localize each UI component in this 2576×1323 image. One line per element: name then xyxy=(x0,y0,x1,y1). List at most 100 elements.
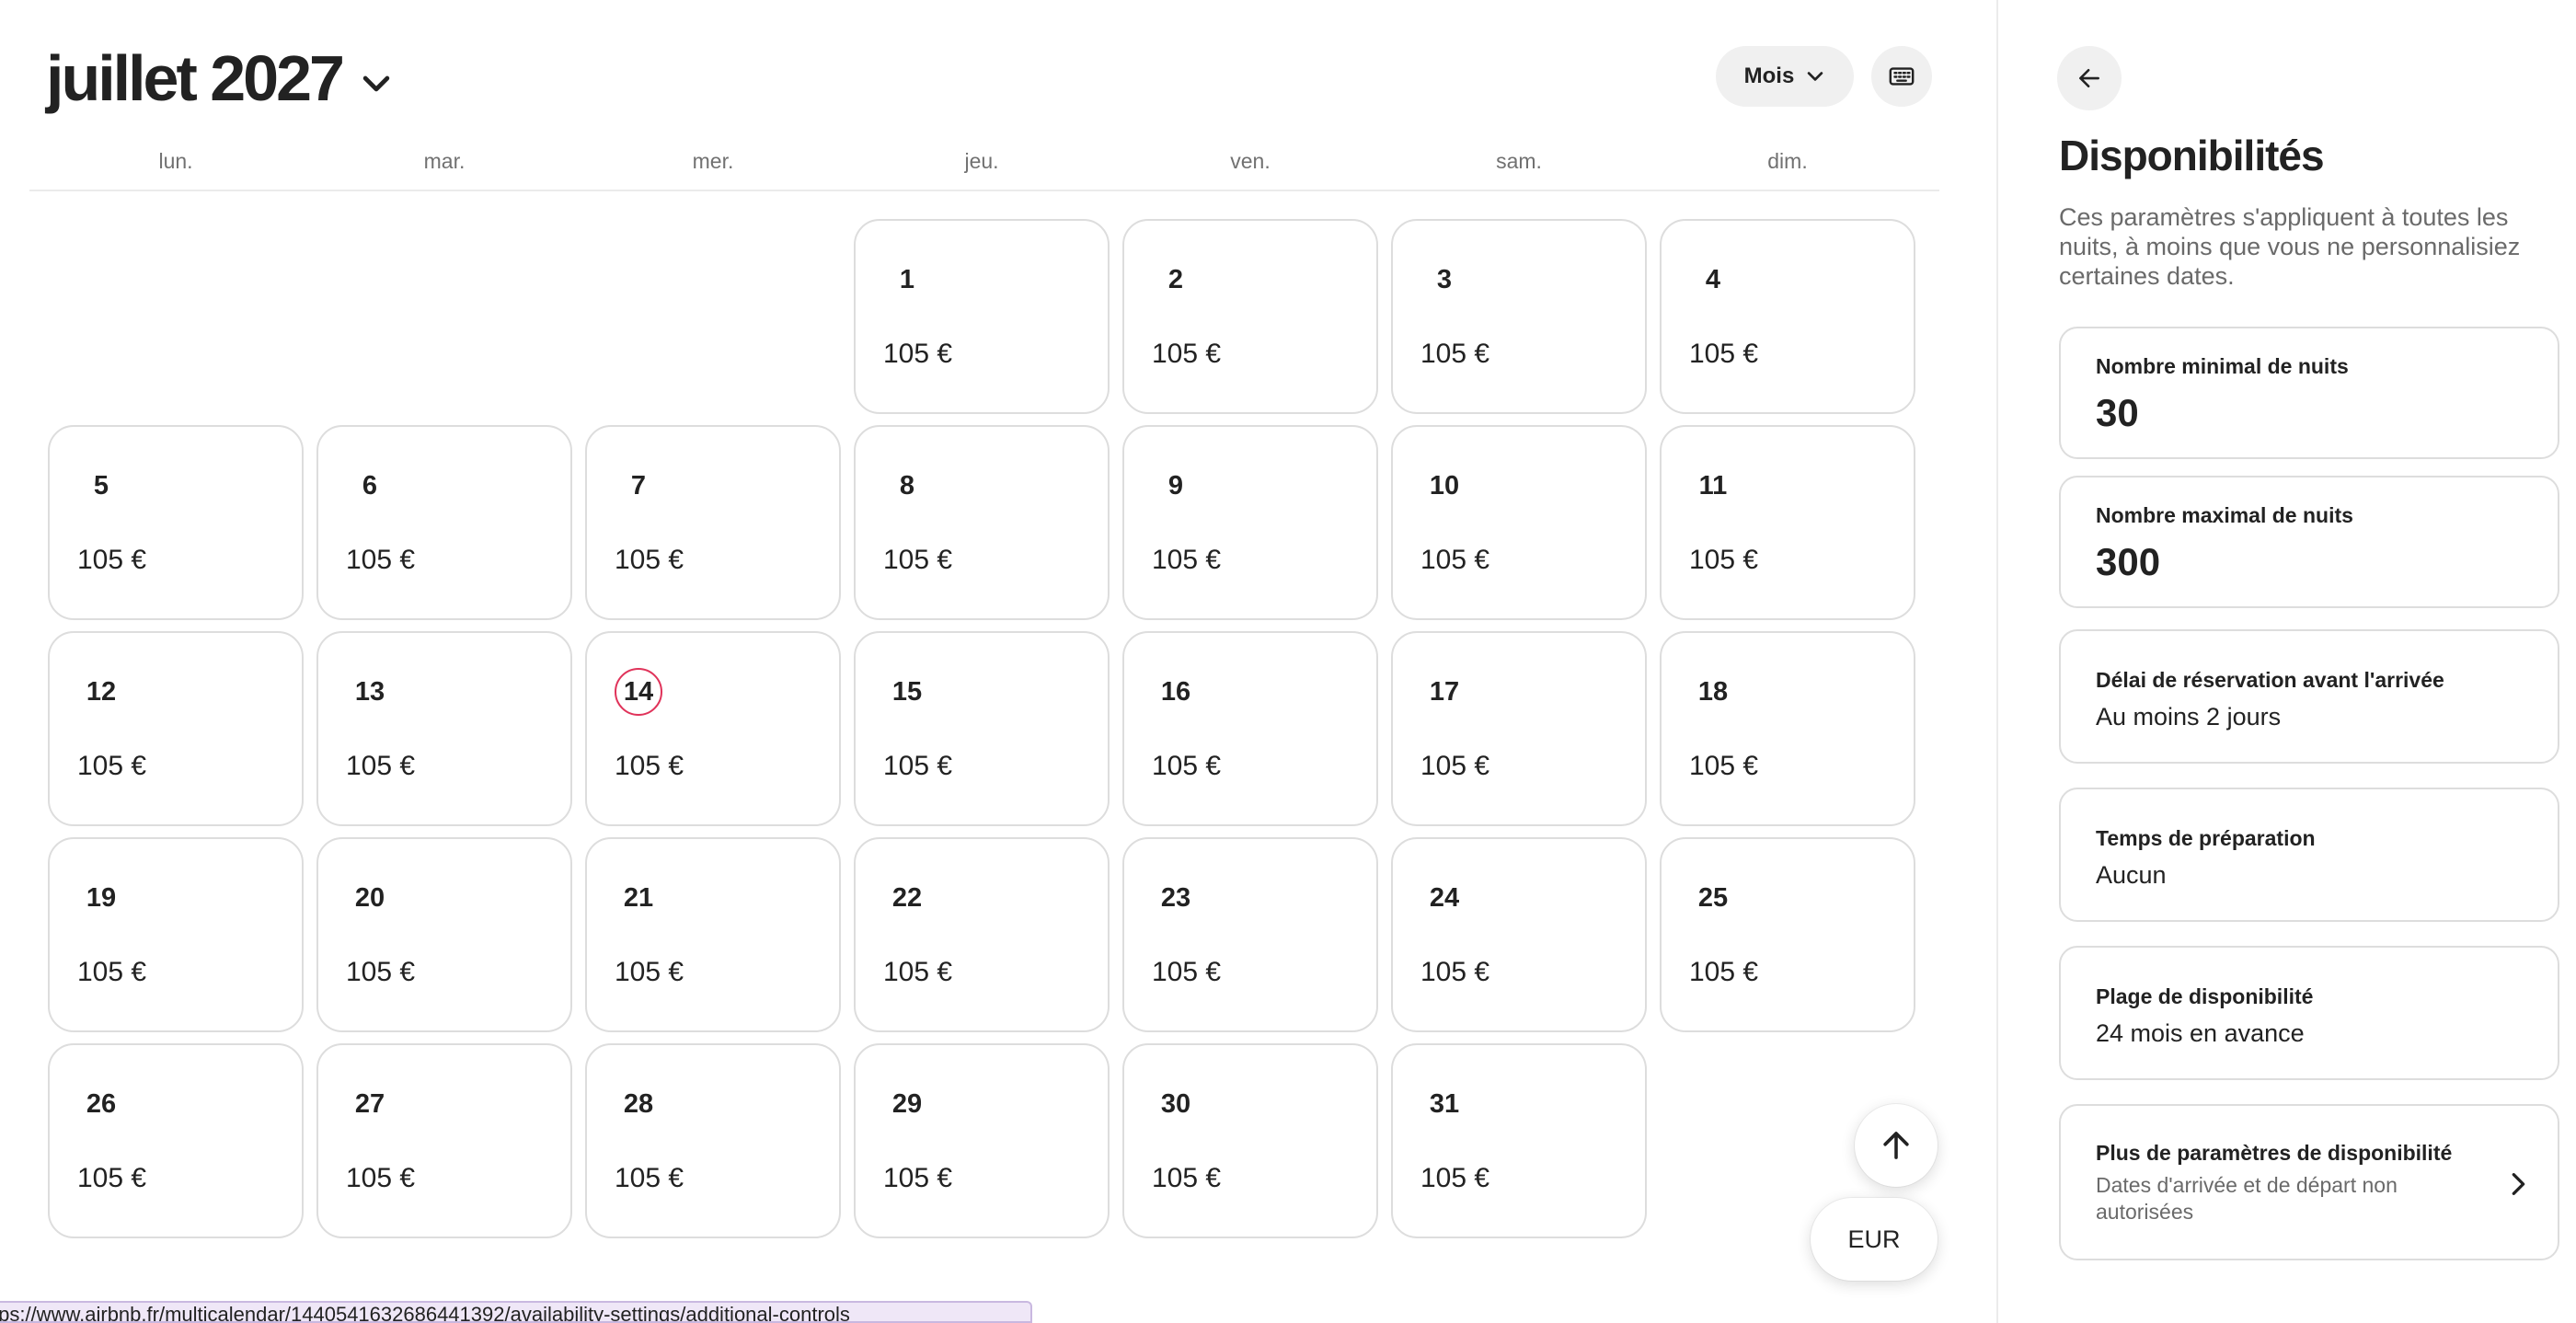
calendar-day-cell[interactable]: 25 105 € xyxy=(1660,837,1915,1032)
keyboard-shortcuts-button[interactable] xyxy=(1871,46,1932,107)
availability-window-label: Plage de disponibilité xyxy=(2096,984,2314,1008)
calendar-day-cell[interactable]: 1 105 € xyxy=(854,219,1110,414)
day-price: 105 € xyxy=(1689,751,1759,781)
calendar-day-cell[interactable]: 8 105 € xyxy=(854,425,1110,620)
day-number: 2 xyxy=(1167,264,1184,294)
back-button[interactable] xyxy=(2057,46,2122,110)
calendar-day-cell[interactable]: 15 105 € xyxy=(854,631,1110,826)
calendar-day-cell[interactable]: 18 105 € xyxy=(1660,631,1915,826)
weekday-label: dim. xyxy=(1767,149,1808,173)
min-nights-value: 30 xyxy=(2096,391,2139,434)
calendar-header: juillet 2027 Mois xyxy=(46,37,1932,120)
chevron-down-icon xyxy=(362,75,390,92)
calendar-day-cell[interactable]: 13 105 € xyxy=(316,631,572,826)
arrow-up-icon xyxy=(1883,1132,1909,1159)
day-price: 105 € xyxy=(883,339,953,369)
day-number: 4 xyxy=(1705,264,1721,294)
calendar-day-cell[interactable]: 27 105 € xyxy=(316,1043,572,1238)
calendar-day-cell[interactable]: 28 105 € xyxy=(585,1043,841,1238)
day-price: 105 € xyxy=(1152,545,1222,575)
day-number: 21 xyxy=(623,882,654,913)
month-selector[interactable]: juillet 2027 xyxy=(46,37,394,120)
max-nights-card[interactable]: Nombre maximal de nuits 300 xyxy=(2059,476,2559,608)
day-price: 105 € xyxy=(1689,957,1759,987)
weekday-label: sam. xyxy=(1496,149,1542,173)
day-number: 9 xyxy=(1167,470,1184,500)
day-number: 20 xyxy=(354,882,385,913)
calendar-day-cell[interactable]: 22 105 € xyxy=(854,837,1110,1032)
availability-window-card[interactable]: Plage de disponibilité 24 mois en avance xyxy=(2059,946,2559,1080)
day-price: 105 € xyxy=(615,1163,684,1193)
calendar-day-cell[interactable]: 21 105 € xyxy=(585,837,841,1032)
day-price: 105 € xyxy=(1420,1163,1490,1193)
day-number: 10 xyxy=(1429,470,1460,500)
calendar-day-cell[interactable]: 24 105 € xyxy=(1391,837,1647,1032)
calendar-day-cell[interactable]: 12 105 € xyxy=(48,631,304,826)
max-nights-label: Nombre maximal de nuits xyxy=(2096,503,2353,527)
day-number: 25 xyxy=(1697,882,1729,913)
day-price: 105 € xyxy=(1152,1163,1222,1193)
max-nights-value: 300 xyxy=(2096,540,2161,583)
day-price: 105 € xyxy=(346,1163,416,1193)
day-price: 105 € xyxy=(1152,957,1222,987)
day-price: 105 € xyxy=(1152,339,1222,369)
calendar-day-cell[interactable]: 5 105 € xyxy=(48,425,304,620)
view-mode-label: Mois xyxy=(1743,63,1795,88)
weekday-label: mar. xyxy=(423,149,466,173)
day-price: 105 € xyxy=(346,545,416,575)
day-number: 29 xyxy=(891,1088,923,1119)
keyboard-icon xyxy=(1889,67,1915,86)
calendar-day-cell[interactable]: 4 105 € xyxy=(1660,219,1915,414)
day-price: 105 € xyxy=(883,957,953,987)
advance-notice-card[interactable]: Délai de réservation avant l'arrivée Au … xyxy=(2059,629,2559,764)
calendar-day-cell[interactable]: 29 105 € xyxy=(854,1043,1110,1238)
day-number: 13 xyxy=(354,676,385,707)
link-preview-status-bar: tps://www.airbnb.fr/multicalendar/144054… xyxy=(0,1301,1032,1323)
calendar-day-cell[interactable]: 2 105 € xyxy=(1122,219,1378,414)
day-price: 105 € xyxy=(615,751,684,781)
calendar-day-cell[interactable]: 6 105 € xyxy=(316,425,572,620)
min-nights-label: Nombre minimal de nuits xyxy=(2096,354,2349,378)
calendar-day-cell[interactable]: 20 105 € xyxy=(316,837,572,1032)
day-price: 105 € xyxy=(615,545,684,575)
availability-settings-panel: Disponibilités Ces paramètres s'applique… xyxy=(1996,0,2576,1323)
calendar-day-cell[interactable]: 14 105 € xyxy=(585,631,841,826)
today-day-number: 14 xyxy=(615,668,662,716)
day-price: 105 € xyxy=(883,1163,953,1193)
advance-notice-label: Délai de réservation avant l'arrivée xyxy=(2096,668,2444,692)
preparation-time-card[interactable]: Temps de préparation Aucun xyxy=(2059,788,2559,922)
calendar-day-cell[interactable]: 17 105 € xyxy=(1391,631,1647,826)
day-price: 105 € xyxy=(346,751,416,781)
day-price: 105 € xyxy=(1420,751,1490,781)
calendar-day-cell[interactable]: 31 105 € xyxy=(1391,1043,1647,1238)
view-mode-dropdown[interactable]: Mois xyxy=(1716,46,1854,107)
day-number: 11 xyxy=(1698,470,1728,500)
day-number: 3 xyxy=(1436,264,1453,294)
day-price: 105 € xyxy=(615,957,684,987)
day-price: 105 € xyxy=(1420,339,1490,369)
currency-button[interactable]: EUR xyxy=(1811,1198,1938,1281)
calendar-day-cell[interactable]: 26 105 € xyxy=(48,1043,304,1238)
day-number: 27 xyxy=(354,1088,385,1119)
calendar-day-cell[interactable]: 3 105 € xyxy=(1391,219,1647,414)
day-price: 105 € xyxy=(77,1163,147,1193)
more-availability-settings-card[interactable]: Plus de paramètres de disponibilité Date… xyxy=(2059,1104,2559,1260)
calendar-day-cell[interactable]: 30 105 € xyxy=(1122,1043,1378,1238)
day-number: 6 xyxy=(362,470,378,500)
advance-notice-value: Au moins 2 jours xyxy=(2096,703,2282,731)
calendar-day-cell[interactable]: 16 105 € xyxy=(1122,631,1378,826)
calendar-day-cell[interactable]: 19 105 € xyxy=(48,837,304,1032)
day-number: 22 xyxy=(891,882,923,913)
weekday-label: lun. xyxy=(158,149,193,173)
app-root: juillet 2027 Mois lun. mar. mer. jeu. ven. sa… xyxy=(0,0,2576,1323)
scroll-to-top-button[interactable] xyxy=(1855,1104,1938,1187)
day-price: 105 € xyxy=(77,957,147,987)
day-price: 105 € xyxy=(1420,957,1490,987)
min-nights-card[interactable]: Nombre minimal de nuits 30 xyxy=(2059,327,2559,459)
calendar-day-cell[interactable]: 10 105 € xyxy=(1391,425,1647,620)
calendar-day-cell[interactable]: 23 105 € xyxy=(1122,837,1378,1032)
calendar-day-cell[interactable]: 7 105 € xyxy=(585,425,841,620)
calendar-day-cell[interactable]: 9 105 € xyxy=(1122,425,1378,620)
calendar-day-cell[interactable]: 11 105 € xyxy=(1660,425,1915,620)
day-number: 7 xyxy=(630,470,647,500)
